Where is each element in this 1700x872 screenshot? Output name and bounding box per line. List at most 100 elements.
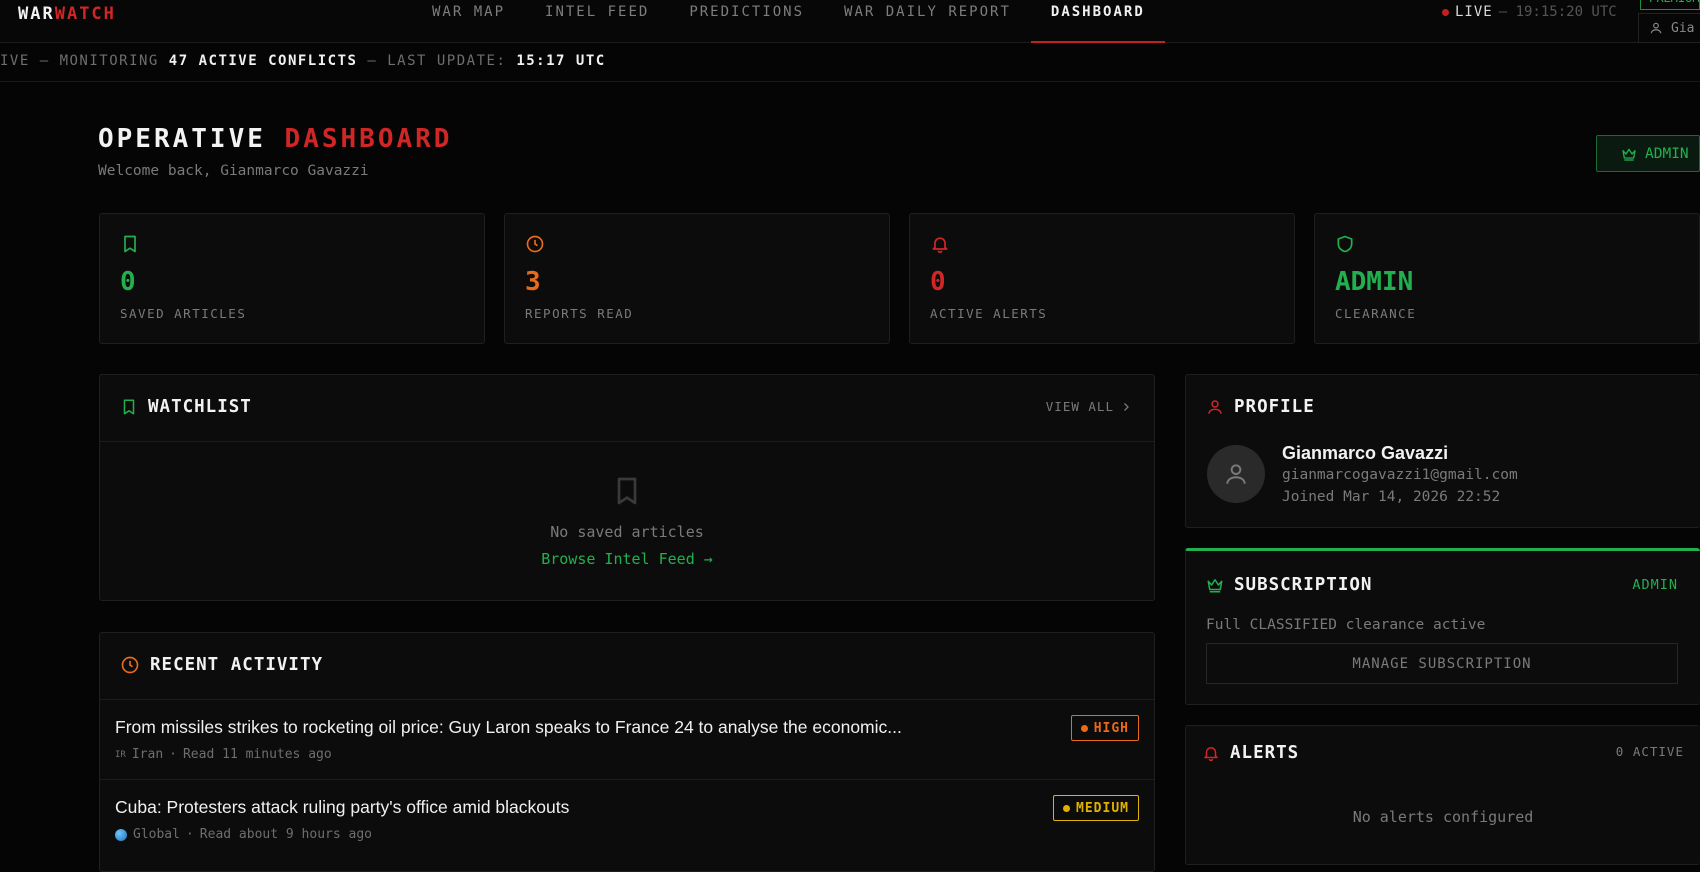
severity-label: HIGH	[1093, 720, 1129, 736]
activity-item[interactable]: Cuba: Protesters attack ruling party's o…	[100, 779, 1154, 859]
bookmark-icon	[124, 235, 136, 253]
activity-item[interactable]: From missiles strikes to rocketing oil p…	[100, 699, 1154, 779]
premium-badge: PREMIUM	[1640, 0, 1700, 10]
activity-meta: Global · Read about 9 hours ago	[115, 827, 372, 842]
activity-read-time: Read about 9 hours ago	[199, 827, 372, 842]
alerts-panel: ALERTS 0 ACTIVE No alerts configured	[1185, 725, 1700, 865]
crown-icon	[1207, 579, 1223, 593]
profile-joined: Joined Mar 14, 2026 22:52	[1282, 489, 1501, 505]
main-nav: WAR MAP INTEL FEED PREDICTIONS WAR DAILY…	[412, 0, 1165, 43]
user-chip-name: Gia	[1671, 20, 1695, 36]
ticker-update: 15:17 UTC	[516, 53, 606, 69]
alerts-header: ALERTS	[1202, 743, 1299, 763]
alerts-empty-text: No alerts configured	[1352, 808, 1534, 826]
nav-war-daily-report[interactable]: WAR DAILY REPORT	[824, 0, 1031, 43]
meta-separator: ·	[169, 747, 177, 762]
stat-card-reports-read: 3 REPORTS READ	[504, 213, 890, 344]
alerts-count: 0 ACTIVE	[1615, 744, 1684, 759]
admin-button-label: ADMIN	[1645, 145, 1689, 162]
profile-email: gianmarcogavazzi1@gmail.com	[1282, 467, 1518, 483]
manage-subscription-button[interactable]: MANAGE SUBSCRIPTION	[1206, 643, 1678, 684]
bell-icon	[932, 237, 948, 254]
stat-value: ADMIN	[1335, 267, 1414, 297]
activity-meta: IR Iran · Read 11 minutes ago	[115, 747, 332, 762]
ticker-prefix: IVE — MONITORING	[0, 53, 169, 69]
shield-icon	[1337, 235, 1353, 253]
bell-icon	[1204, 747, 1218, 762]
admin-button[interactable]: ADMIN	[1596, 135, 1700, 172]
severity-label: MEDIUM	[1076, 800, 1129, 816]
nav-intel-feed[interactable]: INTEL FEED	[525, 0, 669, 43]
profile-header: PROFILE	[1206, 397, 1315, 417]
nav-dashboard[interactable]: DASHBOARD	[1030, 0, 1165, 43]
profile-name: Gianmarco Gavazzi	[1282, 443, 1449, 463]
watchlist-panel: WATCHLIST VIEW ALL No saved articles Bro…	[99, 374, 1155, 601]
stat-label: REPORTS READ	[525, 306, 634, 321]
severity-badge: MEDIUM	[1053, 795, 1139, 821]
subscription-panel: SUBSCRIPTION ADMIN Full CLASSIFIED clear…	[1185, 548, 1700, 705]
user-icon	[1208, 400, 1222, 414]
bookmark-icon	[123, 399, 135, 415]
chevron-right-icon	[1124, 402, 1129, 411]
severity-dot-icon	[1063, 804, 1071, 812]
user-menu-button[interactable]: Gia	[1638, 13, 1700, 43]
logo-war: WAR	[18, 4, 55, 24]
stat-card-active-alerts: 0 ACTIVE ALERTS	[909, 213, 1295, 344]
stat-label: SAVED ARTICLES	[120, 306, 247, 321]
stat-label: CLEARANCE	[1335, 306, 1417, 321]
stat-value: 0	[120, 267, 136, 297]
page-title-part2: DASHBOARD	[284, 124, 453, 154]
recent-activity-title: RECENT ACTIVITY	[150, 655, 324, 675]
live-label: LIVE	[1455, 4, 1493, 20]
nav-war-map[interactable]: WAR MAP	[412, 0, 525, 43]
browse-intel-feed-link[interactable]: Browse Intel Feed →	[100, 550, 1154, 568]
stat-card-clearance: ADMIN CLEARANCE	[1314, 213, 1700, 344]
nav-predictions[interactable]: PREDICTIONS	[669, 0, 824, 43]
severity-dot-icon	[1080, 724, 1088, 732]
flag-iran-icon: IR	[115, 749, 126, 760]
stat-label: ACTIVE ALERTS	[930, 306, 1048, 321]
page-title-part1: OPERATIVE	[98, 124, 285, 154]
ticker-middle: — LAST UPDATE:	[357, 53, 517, 69]
page-title: OPERATIVE DASHBOARD	[98, 124, 452, 154]
stat-value: 0	[930, 267, 946, 297]
watchlist-header: WATCHLIST	[120, 397, 252, 417]
profile-title: PROFILE	[1234, 397, 1315, 417]
live-time: — 19:15:20 UTC	[1498, 4, 1617, 20]
welcome-message: Welcome back, Gianmarco Gavazzi	[98, 163, 369, 179]
meta-separator: ·	[185, 827, 194, 842]
view-all-label: VIEW ALL	[1045, 399, 1114, 414]
activity-title: Cuba: Protesters attack ruling party's o…	[115, 797, 570, 817]
watchlist-empty-text: No saved articles	[550, 523, 704, 541]
avatar[interactable]	[1207, 445, 1265, 503]
logo[interactable]: WARWATCH	[18, 4, 116, 24]
clock-icon	[526, 235, 544, 253]
ticker-conflicts: 47 ACTIVE CONFLICTS	[168, 53, 358, 69]
activity-region: Global	[133, 827, 180, 842]
subscription-tier: ADMIN	[1632, 577, 1678, 593]
bookmark-icon	[617, 477, 637, 505]
recent-activity-panel: RECENT ACTIVITY From missiles strikes to…	[99, 632, 1155, 872]
top-nav-bar: WARWATCH WAR MAP INTEL FEED PREDICTIONS …	[0, 0, 1700, 43]
severity-badge: HIGH	[1070, 715, 1139, 741]
view-all-link[interactable]: VIEW ALL	[1046, 399, 1132, 414]
activity-read-time: Read 11 minutes ago	[182, 747, 332, 762]
alerts-title: ALERTS	[1230, 743, 1300, 763]
live-indicator: LIVE — 19:15:20 UTC	[1442, 4, 1617, 20]
divider	[100, 441, 1154, 442]
stat-card-saved-articles: 0 SAVED ARTICLES	[99, 213, 485, 344]
subscription-header: SUBSCRIPTION	[1206, 575, 1372, 595]
activity-title: From missiles strikes to rocketing oil p…	[115, 717, 902, 737]
globe-icon	[115, 828, 127, 841]
live-dot-icon	[1442, 8, 1449, 16]
profile-panel: PROFILE Gianmarco Gavazzi gianmarcogavaz…	[1185, 374, 1700, 528]
user-icon	[1226, 464, 1246, 484]
stat-value: 3	[525, 267, 541, 297]
crown-icon	[1622, 148, 1636, 161]
recent-activity-header: RECENT ACTIVITY	[120, 655, 323, 675]
user-icon	[1650, 22, 1662, 34]
logo-watch: WATCH	[54, 4, 116, 24]
subscription-title: SUBSCRIPTION	[1234, 575, 1373, 595]
status-ticker: IVE — MONITORING 47 ACTIVE CONFLICTS — L…	[0, 44, 1700, 82]
watchlist-title: WATCHLIST	[148, 397, 252, 417]
